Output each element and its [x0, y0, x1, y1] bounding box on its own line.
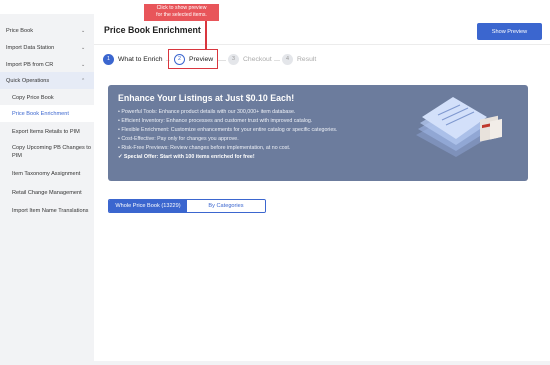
- step-number-badge: 4: [282, 54, 293, 65]
- banner-bullet: • Cost-Effective: Pay only for changes y…: [118, 136, 239, 142]
- banner-bullet: • Efficient Inventory: Enhance processes…: [118, 118, 313, 124]
- preview-tooltip: Click to show preview for the selected i…: [144, 4, 219, 21]
- catalog-illustration: [416, 97, 502, 157]
- top-bar: [0, 0, 550, 14]
- sidebar-item-label: Quick Operations: [6, 78, 50, 84]
- page-title: Price Book Enrichment: [104, 25, 201, 35]
- tooltip-pointer: [205, 21, 207, 49]
- scope-toggle: Whole Price Book (13229) By Categories: [108, 199, 266, 213]
- step-label: Result: [297, 56, 317, 63]
- tooltip-line: for the selected items.: [156, 11, 207, 18]
- banner-title: Enhance Your Listings at Just $0.10 Each…: [118, 93, 295, 103]
- whole-price-book-option[interactable]: Whole Price Book (13229): [109, 200, 187, 212]
- sidebar-item-label: Copy Price Book: [12, 95, 54, 101]
- show-preview-button[interactable]: Show Preview: [477, 23, 542, 40]
- sidebar-item-label: Import Data Station: [6, 45, 55, 51]
- step-label: Checkout: [243, 56, 272, 63]
- promo-banner: Enhance Your Listings at Just $0.10 Each…: [108, 85, 528, 181]
- chevron-down-icon: ⌄: [81, 45, 86, 51]
- banner-special-offer: ✓ Special Offer: Start with 100 items en…: [118, 154, 255, 160]
- banner-bullet: • Flexible Enrichment: Customize enhance…: [118, 127, 338, 133]
- title-divider: [94, 44, 550, 45]
- chevron-down-icon: ⌄: [81, 28, 86, 34]
- main-panel: Price Book Enrichment Show Preview 1 Wha…: [94, 14, 550, 365]
- preview-step-highlight: [168, 49, 218, 69]
- chevron-down-icon: ⌄: [81, 62, 86, 68]
- banner-bullet: • Risk-Free Previews: Review changes bef…: [118, 145, 291, 151]
- sidebar-item-label: Price Book Enrichment: [12, 111, 69, 117]
- sidebar: Price Book ⌄ Import Data Station ⌄ Impor…: [0, 14, 94, 365]
- chevron-up-icon: ⌃: [81, 78, 86, 84]
- sidebar-item-label: Item Taxonomy Assignment: [12, 171, 81, 177]
- step-number-badge: 1: [103, 54, 114, 65]
- sidebar-item-label: Import PB from CR: [6, 62, 54, 68]
- content-card: Price Book Enrichment Show Preview 1 Wha…: [94, 14, 550, 361]
- sidebar-item-label: Price Book: [6, 28, 34, 34]
- step-connector: [218, 60, 226, 61]
- sidebar-item-label: Copy Upcoming PB Changes to PIM: [12, 145, 91, 159]
- tooltip-line: Click to show preview: [156, 5, 207, 11]
- sidebar-item-label: Export Items Retails to PIM: [12, 129, 80, 135]
- by-categories-option[interactable]: By Categories: [187, 200, 265, 212]
- step-number-badge: 3: [228, 54, 239, 65]
- sidebar-item-label: Import Item Name Translations: [12, 208, 89, 214]
- banner-bullet: • Powerful Tools: Enhance product detail…: [118, 109, 296, 115]
- step-connector: [274, 60, 280, 61]
- step-label: What to Enrich: [118, 56, 163, 63]
- sidebar-item-label: Retail Change Management: [12, 190, 82, 196]
